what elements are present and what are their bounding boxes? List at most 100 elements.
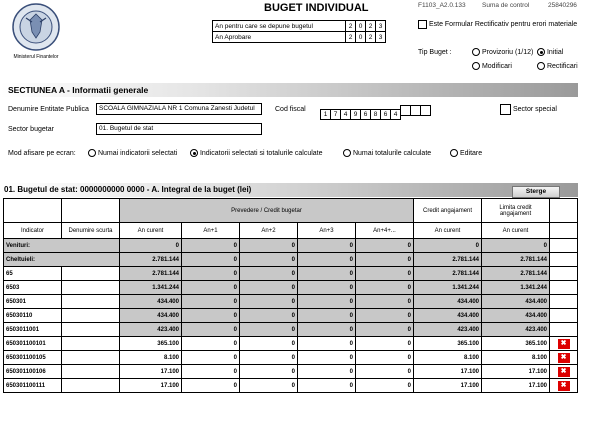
value-cell[interactable]: 0 — [239, 336, 298, 351]
year-digit[interactable]: 0 — [355, 20, 366, 32]
value-cell[interactable]: 0 — [181, 364, 240, 379]
value-cell: 0 — [239, 238, 298, 253]
radio-icon[interactable] — [472, 62, 480, 70]
year-table: An pentru care se depune bugetul 2 0 2 3… — [212, 20, 386, 43]
short-name-cell[interactable] — [61, 294, 120, 309]
value-cell[interactable]: 0 — [297, 350, 356, 365]
cf-digit[interactable] — [420, 105, 431, 116]
value-cell: 0 — [239, 280, 298, 295]
value-cell[interactable]: 8.100 — [413, 350, 483, 365]
delete-row-icon[interactable]: ✖ — [557, 352, 570, 363]
value-cell[interactable]: 17.100 — [481, 378, 551, 393]
radio-icon[interactable] — [472, 48, 480, 56]
delete-button[interactable]: Sterge — [512, 186, 560, 198]
indicator-cell: 650301100105 — [3, 350, 62, 365]
value-cell[interactable]: 8.100 — [119, 350, 182, 365]
tip-buget-option-modificari[interactable]: Modificari — [472, 62, 512, 70]
indicator-cell: Cheltuieli: — [3, 252, 120, 267]
value-cell[interactable]: 0 — [181, 378, 240, 393]
sector-label: Sector bugetar — [8, 126, 54, 133]
tip-buget-option-provizoriu[interactable]: Provizoriu (1/12) — [472, 48, 533, 56]
year-digit[interactable]: 3 — [375, 20, 386, 32]
rectificativ-label: Este Formular Rectificativ pentru erori … — [428, 21, 578, 28]
value-cell[interactable]: 365.100 — [413, 336, 483, 351]
entity-name-field[interactable]: SCOALA GIMNAZIALA NR 1 Comuna Zanesti Ju… — [96, 103, 262, 115]
value-cell[interactable]: 0 — [181, 336, 240, 351]
indicator-cell: 650301100101 — [3, 336, 62, 351]
short-name-cell[interactable] — [61, 322, 120, 337]
year-digit[interactable]: 2 — [345, 20, 356, 32]
value-cell: 0 — [181, 280, 240, 295]
year-row-budget: An pentru care se depune bugetul 2 0 2 3 — [212, 20, 386, 32]
value-cell[interactable]: 17.100 — [413, 364, 483, 379]
value-cell[interactable]: 365.100 — [481, 336, 551, 351]
col-an-2: An+2 — [239, 222, 298, 239]
value-cell[interactable]: 0 — [181, 350, 240, 365]
radio-selected-icon[interactable] — [537, 48, 545, 56]
table-row: 6503 1.341.244 0 0 0 0 1.341.244 1.341.244 — [3, 280, 579, 295]
tip-buget-option-initial[interactable]: Initial — [537, 48, 563, 56]
short-name-cell[interactable] — [61, 350, 120, 365]
value-cell: 0 — [239, 294, 298, 309]
short-name-cell[interactable] — [61, 308, 120, 323]
value-cell[interactable]: 17.100 — [481, 364, 551, 379]
value-cell: 0 — [239, 252, 298, 267]
value-cell[interactable]: 0 — [239, 378, 298, 393]
cod-fiscal-field[interactable]: 17496864 — [320, 103, 431, 121]
sector-special-checkbox[interactable] — [500, 104, 511, 115]
mode-option-selectati[interactable]: Numai indicatorii selectati — [88, 149, 177, 157]
value-cell[interactable]: 17.100 — [119, 364, 182, 379]
year-row-label: An Aprobare — [212, 31, 346, 43]
year-digit[interactable]: 2 — [365, 20, 376, 32]
value-cell: 0 — [297, 252, 356, 267]
value-cell[interactable]: 365.100 — [119, 336, 182, 351]
delete-row-icon[interactable]: ✖ — [557, 338, 570, 349]
value-cell[interactable]: 0 — [239, 350, 298, 365]
table-row: 65 2.781.144 0 0 0 0 2.781.144 2.781.144 — [3, 266, 579, 281]
value-cell[interactable]: 0 — [297, 336, 356, 351]
value-cell: 0 — [297, 308, 356, 323]
short-name-cell[interactable] — [61, 364, 120, 379]
value-cell[interactable]: 0 — [297, 364, 356, 379]
col-denumire-scurta: Denumire scurta — [61, 222, 120, 239]
value-cell[interactable]: 17.100 — [119, 378, 182, 393]
indicator-cell: 6503 — [3, 280, 62, 295]
radio-icon[interactable] — [88, 149, 96, 157]
mode-option-editare[interactable]: Editare — [450, 149, 482, 157]
year-digit[interactable]: 2 — [345, 31, 356, 43]
value-cell[interactable]: 8.100 — [481, 350, 551, 365]
value-cell: 434.400 — [413, 294, 483, 309]
table-row: 650301100106 17.100 0 0 0 0 17.100 17.100 ✖ — [3, 364, 579, 379]
delete-row-icon[interactable]: ✖ — [557, 366, 570, 377]
value-cell[interactable]: 0 — [297, 378, 356, 393]
year-digit[interactable]: 2 — [365, 31, 376, 43]
value-cell: 2.781.144 — [119, 252, 182, 267]
radio-selected-icon[interactable] — [190, 149, 198, 157]
value-cell[interactable]: 0 — [239, 364, 298, 379]
radio-icon[interactable] — [343, 149, 351, 157]
option-label: Editare — [459, 149, 483, 157]
delete-row-icon[interactable]: ✖ — [557, 380, 570, 391]
value-cell: 0 — [297, 238, 356, 253]
year-digit[interactable]: 3 — [375, 31, 386, 43]
value-cell[interactable]: 0 — [354, 364, 415, 379]
short-name-cell[interactable] — [61, 280, 120, 295]
mode-option-numai-totaluri[interactable]: Numai totalurile calculate — [343, 149, 431, 157]
value-cell[interactable]: 0 — [354, 350, 415, 365]
rectificativ-checkbox[interactable] — [418, 20, 427, 29]
value-cell: 434.400 — [481, 308, 551, 323]
short-name-cell[interactable] — [61, 378, 120, 393]
mode-option-totaluri[interactable]: Indicatorii selectati si totalurile calc… — [190, 149, 323, 157]
short-name-cell[interactable] — [61, 266, 120, 281]
radio-icon[interactable] — [537, 62, 545, 70]
short-name-cell[interactable] — [61, 336, 120, 351]
sector-special-label: Sector special — [512, 106, 557, 113]
value-cell[interactable]: 0 — [354, 336, 415, 351]
radio-icon[interactable] — [450, 149, 458, 157]
form-code: F1103_A2.0.133 — [418, 2, 466, 9]
year-digit[interactable]: 0 — [355, 31, 366, 43]
tip-buget-option-rectificari[interactable]: Rectificari — [537, 62, 578, 70]
sector-field[interactable]: 01. Bugetul de stat — [96, 123, 262, 135]
value-cell[interactable]: 0 — [354, 378, 415, 393]
value-cell[interactable]: 17.100 — [413, 378, 483, 393]
